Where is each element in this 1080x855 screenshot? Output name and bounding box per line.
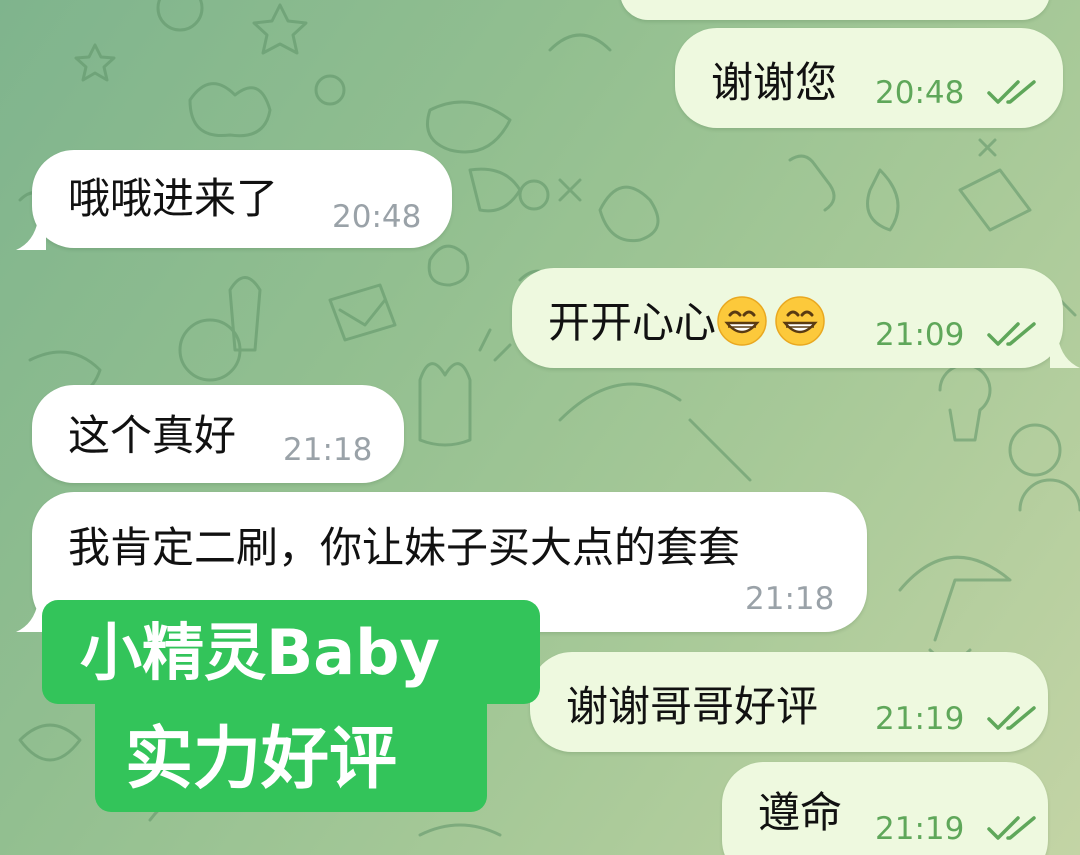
message-text: 哦哦进来了 (68, 174, 279, 223)
message-time: 21:19 (875, 811, 965, 847)
message-text: 遵命 (758, 788, 843, 837)
message-time: 20:48 (875, 75, 965, 111)
promo-text-line2: 实力好评 (125, 720, 398, 799)
promo-overlay-line1: 小精灵Baby (42, 600, 540, 704)
message-meta: 20:48 (875, 78, 1038, 109)
double-check-icon (987, 79, 1036, 104)
bubble-tail (16, 220, 46, 250)
double-check-icon (987, 705, 1036, 730)
message-text: 开开心心 (548, 295, 826, 347)
message-text: 我肯定二刷，你让妹子买大点的套套 (68, 523, 741, 572)
message-text-content: 开开心心 (548, 298, 717, 347)
message-time: 21:18 (283, 432, 373, 468)
message-time: 21:18 (745, 581, 835, 617)
message-time: 21:19 (875, 701, 965, 737)
message-time: 20:48 (332, 199, 422, 235)
double-check-icon (987, 321, 1036, 346)
message-bubble[interactable]: 开开心心 21:09 (512, 268, 1063, 368)
message-bubble[interactable]: 遵命 21:19 (722, 762, 1048, 855)
grinning-face-emoji-icon (717, 295, 767, 346)
message-meta: 21:19 (875, 814, 1038, 845)
message-bubble[interactable]: 这个真好 21:18 (32, 385, 404, 483)
message-meta: 21:19 (875, 704, 1038, 735)
grinning-face-emoji-icon (775, 295, 825, 346)
message-text: 这个真好 (68, 411, 237, 460)
promo-text-line1: 小精灵Baby (80, 616, 440, 689)
message-meta: 21:09 (875, 320, 1038, 351)
message-bubble[interactable]: 谢谢哥哥好评 21:19 (530, 652, 1048, 752)
bubble-tail (1050, 338, 1080, 368)
message-text: 谢谢哥哥好评 (566, 682, 819, 731)
message-bubble[interactable]: 哦哦进来了 20:48 (32, 150, 452, 248)
message-time: 21:09 (875, 317, 965, 353)
message-bubble-partial (620, 0, 1050, 20)
promo-overlay-line2: 实力好评 (95, 704, 487, 812)
message-bubble[interactable]: 谢谢您 20:48 (675, 28, 1063, 128)
message-text: 谢谢您 (711, 58, 838, 107)
double-check-icon (987, 815, 1036, 840)
